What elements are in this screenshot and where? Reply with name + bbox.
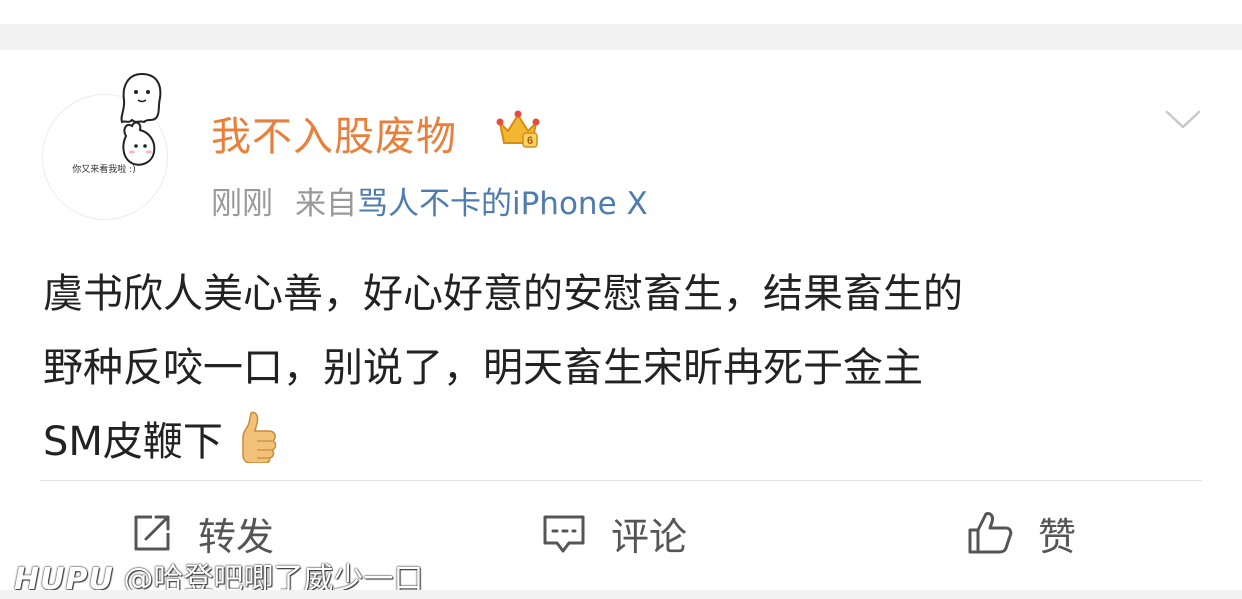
like-label: 赞: [1038, 514, 1077, 559]
status-area: [0, 0, 1242, 24]
thumbs-up-emoji-icon: [242, 411, 277, 463]
post-body-line: SM皮鞭下: [43, 405, 1223, 479]
comment-button[interactable]: 评论: [541, 505, 687, 561]
post-time: 刚刚: [211, 186, 273, 222]
repost-icon: [134, 515, 170, 551]
chevron-down-icon[interactable]: [1164, 108, 1202, 132]
like-button[interactable]: 赞: [966, 505, 1076, 561]
post-body-line-text: SM皮鞭下: [43, 419, 223, 465]
post-meta: 刚刚 来自骂人不卡的iPhone X: [211, 178, 648, 223]
avatar-ghost-icon: [120, 72, 162, 166]
comment-icon: [543, 515, 585, 553]
bottom-separator: [0, 590, 1242, 599]
feed-separator: [0, 24, 1242, 50]
post-body-line: 虞书欣人美心善，好心好意的安慰畜生，结果畜生的: [43, 271, 963, 317]
svg-text:6: 6: [527, 135, 533, 147]
post-body-line: 野种反咬一口，别说了，明天畜生宋昕冉死于金主: [43, 345, 923, 391]
like-icon: [968, 512, 1013, 554]
username[interactable]: 我不入股废物: [211, 104, 457, 162]
repost-button[interactable]: 转发: [130, 505, 274, 561]
comment-label: 评论: [611, 514, 688, 559]
post-body: 虞书欣人美心善，好心好意的安慰畜生，结果畜生的 野种反咬一口，别说了，明天畜生宋…: [43, 257, 1223, 479]
source-link[interactable]: 骂人不卡的iPhone X: [357, 186, 648, 222]
repost-label: 转发: [198, 514, 275, 559]
source-prefix: 来自: [295, 186, 357, 222]
action-divider: [40, 480, 1202, 481]
crown-vip-icon: 6: [496, 110, 540, 148]
